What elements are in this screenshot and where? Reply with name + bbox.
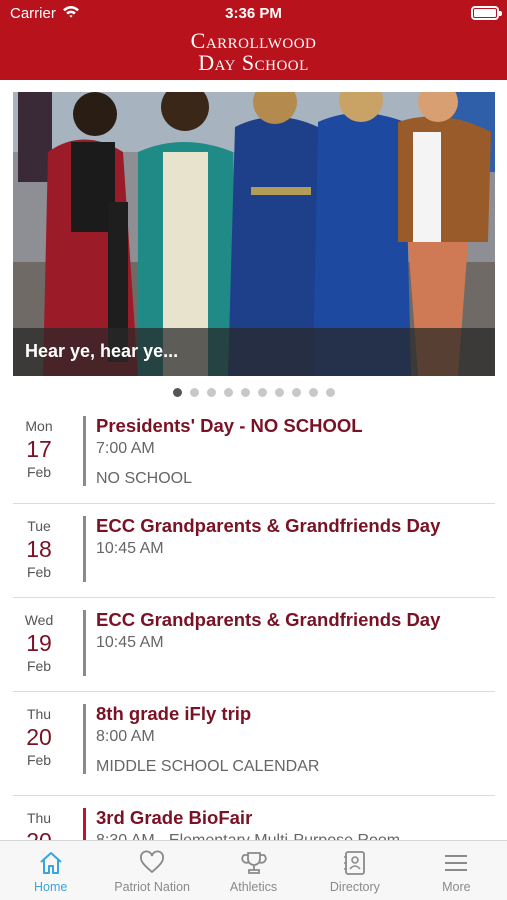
tab-patriot-nation[interactable]: Patriot Nation — [101, 841, 202, 900]
event-divider — [83, 610, 86, 676]
menu-icon — [406, 850, 507, 876]
event-row[interactable]: Thu20Feb3rd Grade BioFair8:30 AM - Eleme… — [13, 796, 495, 840]
event-time: 8:30 AM - Elementary Multi-Purpose Room — [96, 830, 491, 840]
carousel-dot[interactable] — [308, 388, 318, 397]
tab-more[interactable]: More — [406, 841, 507, 900]
carousel-dot[interactable] — [189, 388, 199, 397]
event-divider — [83, 704, 86, 774]
logo-line-1: Carrollwood — [190, 28, 317, 53]
event-title: ECC Grandparents & Grandfriends Day — [96, 609, 441, 630]
event-month: Feb — [26, 464, 52, 480]
event-time: 8:00 AM — [96, 728, 155, 745]
event-title: 8th grade iFly trip — [96, 703, 252, 724]
event-details: ECC Grandparents & Grandfriends Day 10:45… — [96, 608, 491, 654]
event-time: 7:00 AM — [96, 440, 155, 457]
event-time: 10:45 AM — [96, 634, 164, 651]
carousel-dot[interactable] — [240, 388, 250, 397]
event-row[interactable]: Thu 20 Feb 8th grade iFly trip 8:00 AM MIDDLE… — [13, 692, 495, 796]
logo-line-2: Day School — [198, 50, 309, 75]
event-row[interactable]: Wed 19 Feb ECC Grandparents & Grandfriends … — [13, 598, 495, 692]
event-weekday: Tue — [27, 518, 51, 534]
trophy-icon — [203, 850, 304, 876]
event-date: Thu20Feb — [13, 810, 65, 840]
event-day: 20 — [13, 828, 65, 840]
event-month: Feb — [26, 564, 52, 580]
event-day: 17 — [26, 436, 52, 462]
event-details: Presidents' Day - NO SCHOOL 7:00 AM NO SCH… — [96, 414, 491, 488]
carousel-dot[interactable] — [274, 388, 284, 397]
event-row[interactable]: Mon 17 Feb Presidents' Day - NO SCHOOL 7:00 … — [13, 404, 495, 504]
event-date: Mon 17 Feb — [13, 418, 65, 482]
event-divider — [83, 516, 86, 582]
home-icon — [0, 850, 101, 876]
contact-card-icon — [304, 850, 405, 876]
school-logo: Carrollwood Day School — [0, 30, 507, 74]
tab-home[interactable]: Home — [0, 841, 101, 900]
carousel-dot[interactable] — [257, 388, 267, 397]
status-time: 3:36 PM — [225, 5, 282, 22]
tab-athletics[interactable]: Athletics — [203, 841, 304, 900]
app-header: Carrier 3:36 PM Carrollwood Day School — [0, 0, 507, 80]
tab-bar: Home Patriot Nation Athletics Directory More — [0, 840, 507, 900]
battery-icon — [471, 6, 502, 20]
event-note: MIDDLE SCHOOL CALENDAR — [96, 758, 320, 775]
event-month: Feb — [26, 752, 52, 768]
tab-label: More — [442, 880, 471, 894]
carousel-caption: Hear ye, hear ye... — [25, 341, 179, 361]
event-day: 19 — [26, 630, 52, 656]
carousel-dot[interactable] — [291, 388, 301, 397]
status-bar: Carrier 3:36 PM — [0, 0, 507, 28]
tab-label: Directory — [329, 880, 380, 894]
event-weekday: Thu — [26, 810, 52, 826]
tab-label: Patriot Nation — [114, 880, 190, 894]
event-day: 18 — [26, 536, 52, 562]
event-title: Presidents' Day - NO SCHOOL — [96, 415, 363, 436]
event-divider — [83, 416, 86, 486]
event-time: 10:45 AM — [96, 540, 164, 557]
event-details: 3rd Grade BioFair 8:30 AM - Elementary Mu… — [96, 806, 491, 840]
event-weekday: Mon — [25, 418, 53, 434]
event-details: 8th grade iFly trip 8:00 AM MIDDLE SCHOOL … — [96, 702, 491, 776]
tab-label: Home — [34, 880, 68, 894]
carousel-dot[interactable] — [172, 388, 182, 397]
event-note: NO SCHOOL — [96, 470, 193, 487]
event-weekday: Thu — [26, 706, 52, 722]
event-date: Wed 19 Feb — [13, 612, 65, 676]
heart-icon — [101, 850, 202, 876]
photo-carousel[interactable]: Hear ye, hear ye... — [13, 92, 495, 376]
event-title: ECC Grandparents & Grandfriends Day — [96, 515, 441, 536]
carousel-caption-bar: Hear ye, hear ye... — [13, 328, 495, 376]
event-weekday: Wed — [24, 612, 54, 628]
event-month: Feb — [26, 658, 52, 674]
tab-directory[interactable]: Directory — [304, 841, 405, 900]
tab-label: Athletics — [229, 880, 278, 894]
carousel-dot[interactable] — [325, 388, 335, 397]
event-day: 20 — [26, 724, 52, 750]
event-date: Thu 20 Feb — [13, 706, 65, 770]
carousel-page-indicator[interactable] — [0, 388, 507, 400]
event-row[interactable]: Tue 18 Feb ECC Grandparents & Grandfriends … — [13, 504, 495, 598]
carousel-dot[interactable] — [223, 388, 233, 397]
events-list[interactable]: Mon 17 Feb Presidents' Day - NO SCHOOL 7:00 … — [13, 404, 495, 840]
event-details: ECC Grandparents & Grandfriends Day 10:45… — [96, 514, 491, 560]
carousel-dot[interactable] — [206, 388, 216, 397]
event-date: Tue 18 Feb — [13, 518, 65, 582]
event-title: 3rd Grade BioFair — [96, 807, 253, 828]
event-divider — [83, 808, 86, 840]
